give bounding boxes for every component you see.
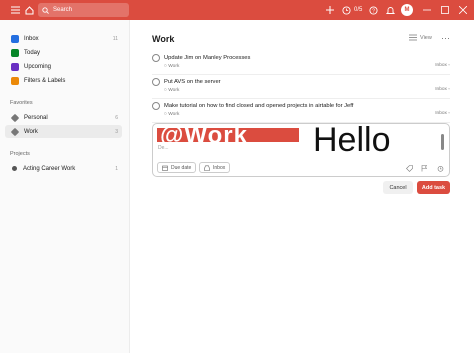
cancel-button[interactable]: Cancel (383, 181, 413, 194)
home-icon[interactable] (23, 4, 35, 16)
sliders-icon (409, 34, 417, 41)
task-checkbox[interactable] (152, 102, 160, 110)
avatar[interactable]: M (401, 4, 413, 16)
sidebar-item-label: Acting Career Work (23, 165, 76, 172)
task-source-name: Inbox (435, 87, 447, 92)
task-editor[interactable]: @Work Hello De... Due date Inbox (152, 123, 450, 177)
productivity-count: 0/5 (354, 7, 363, 13)
inbox-icon (204, 165, 210, 171)
help-icon[interactable]: ? (367, 4, 379, 16)
calendar-upcoming-icon (11, 62, 19, 71)
task-project: ○ Work (164, 112, 180, 117)
task-source: Inbox ▫ (435, 111, 450, 116)
task-row[interactable]: Make tutorial on how to find closed and … (152, 101, 450, 123)
productivity-icon (342, 5, 351, 15)
description-input[interactable]: De... (158, 145, 169, 151)
svg-text:?: ? (372, 8, 375, 14)
add-task-button[interactable]: Add task (417, 181, 450, 194)
task-name-input[interactable]: @Work (157, 128, 299, 142)
sidebar-item-count: 1 (115, 165, 118, 172)
reminder-alarm-icon[interactable] (436, 164, 444, 172)
sidebar-item-label: Personal (24, 114, 48, 121)
view-label: View (420, 34, 432, 41)
sidebar-item-upcoming[interactable]: Upcoming (5, 60, 122, 73)
calendar-today-icon (11, 48, 19, 57)
task-project: ○ Work (164, 64, 180, 69)
maximize-icon[interactable] (439, 4, 451, 16)
sidebar-item-label: Upcoming (24, 63, 52, 70)
task-title[interactable]: Put AVS on the server (164, 79, 221, 85)
close-icon[interactable] (457, 4, 469, 16)
sidebar-item-count: 6 (115, 114, 118, 121)
task-name-text: @Work (160, 128, 248, 142)
filters-labels-icon (11, 76, 19, 85)
inbox-icon (11, 34, 19, 43)
project-select-button[interactable]: Inbox (199, 162, 231, 173)
menu-icon[interactable] (9, 4, 21, 16)
task-checkbox[interactable] (152, 54, 160, 62)
page-title: Work (152, 34, 175, 44)
task-project-name: Work (168, 64, 180, 69)
favorites-heading[interactable]: Favorites (10, 100, 33, 106)
minimize-icon[interactable] (421, 4, 433, 16)
task-source: Inbox ▫ (435, 63, 450, 68)
sidebar-item-count: 11 (112, 35, 118, 42)
task-source-name: Inbox (435, 111, 447, 116)
search-placeholder: Search (53, 7, 73, 13)
sidebar-item-inbox[interactable]: Inbox 11 (5, 32, 122, 45)
label-tag-icon (10, 113, 20, 122)
sidebar-item-personal[interactable]: Personal 6 (5, 111, 122, 124)
label-icon[interactable] (405, 164, 413, 172)
project-select-label: Inbox (213, 164, 226, 171)
task-name-overlay-text: Hello (313, 123, 391, 159)
task-project: ○ Work (164, 88, 180, 93)
label-tag-icon (10, 127, 20, 136)
task-source: Inbox ▫ (435, 87, 450, 92)
calendar-icon (162, 165, 168, 171)
sidebar-item-work[interactable]: Work 3 (5, 125, 122, 138)
notifications-icon[interactable] (384, 4, 396, 16)
sidebar-item-acting-career-work[interactable]: Acting Career Work 1 (5, 162, 122, 175)
sidebar-item-label: Inbox (24, 35, 39, 42)
due-date-button[interactable]: Due date (157, 162, 197, 173)
sidebar: Inbox 11 Today Upcoming Filters & Labels… (0, 20, 130, 353)
sidebar-item-filters-labels[interactable]: Filters & Labels (5, 74, 122, 87)
add-task-icon[interactable] (324, 4, 336, 16)
sidebar-item-label: Work (24, 128, 38, 135)
editor-scrollbar[interactable] (440, 128, 445, 158)
view-button[interactable]: View (409, 34, 432, 41)
top-bar: Search 0/5 ? M (0, 0, 474, 20)
task-row[interactable]: Update Jim on Manley Processes ○ Work In… (152, 53, 450, 75)
priority-flag-icon[interactable] (420, 164, 428, 172)
task-row[interactable]: Put AVS on the server ○ Work Inbox ▫ (152, 77, 450, 99)
task-checkbox[interactable] (152, 78, 160, 86)
task-project-name: Work (168, 112, 180, 117)
task-source-name: Inbox (435, 63, 447, 68)
project-dot-icon (12, 166, 17, 171)
search-icon (42, 6, 49, 14)
sidebar-item-label: Filters & Labels (24, 77, 66, 84)
more-options-icon[interactable]: ⋯ (441, 33, 450, 44)
sidebar-item-count: 3 (115, 128, 118, 135)
task-title[interactable]: Update Jim on Manley Processes (164, 55, 250, 61)
sidebar-item-today[interactable]: Today (5, 46, 122, 59)
task-project-name: Work (168, 88, 180, 93)
projects-heading[interactable]: Projects (10, 151, 30, 157)
due-date-label: Due date (171, 164, 192, 171)
task-title[interactable]: Make tutorial on how to find closed and … (164, 103, 353, 109)
sidebar-item-label: Today (24, 49, 41, 56)
productivity-button[interactable]: 0/5 (342, 4, 362, 16)
search-input[interactable]: Search (38, 3, 129, 17)
scrollbar-thumb[interactable] (441, 134, 444, 150)
